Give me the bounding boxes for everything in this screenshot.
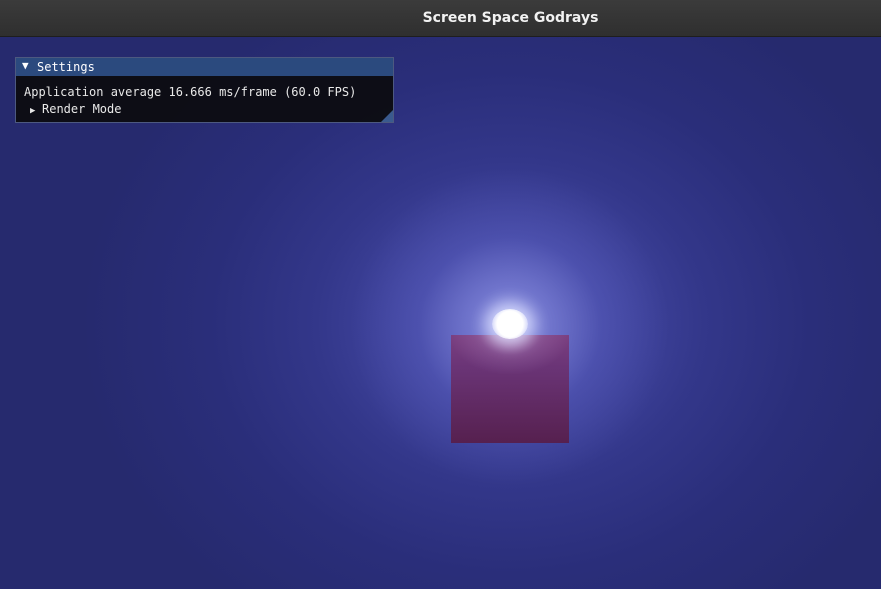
- fps-readout: Application average 16.666 ms/frame (60.…: [24, 85, 357, 99]
- sun-light-source: [492, 309, 528, 339]
- render-mode-label: Render Mode: [42, 102, 122, 116]
- triangle-down-icon[interactable]: ▼: [22, 59, 29, 72]
- resize-grip[interactable]: [381, 110, 393, 122]
- window-title: Screen Space Godrays: [422, 10, 599, 26]
- cube-light-rays: [451, 335, 569, 395]
- render-mode-tree-node[interactable]: ▶ Render Mode: [30, 101, 121, 119]
- app-window: Screen Space Godrays ▼ Settings Applicat…: [0, 0, 881, 589]
- triangle-right-icon: ▶: [30, 106, 36, 116]
- settings-header[interactable]: ▼ Settings: [16, 58, 393, 76]
- window-titlebar[interactable]: Screen Space Godrays: [0, 0, 881, 37]
- settings-panel[interactable]: ▼ Settings Application average 16.666 ms…: [15, 57, 394, 123]
- settings-title: Settings: [37, 60, 95, 74]
